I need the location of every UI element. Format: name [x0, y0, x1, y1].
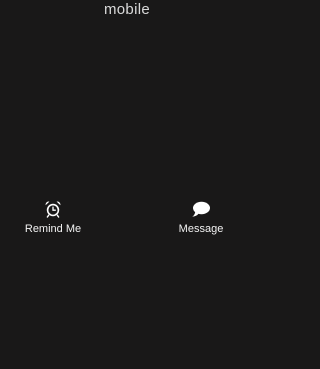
remind-me-label: Remind Me: [24, 223, 82, 235]
remind-me-button[interactable]: Remind Me: [8, 199, 98, 236]
caller-label: mobile: [104, 1, 150, 18]
message-label: Message: [178, 223, 224, 235]
message-button[interactable]: Message: [156, 199, 246, 236]
alarm-clock-icon: [42, 199, 64, 219]
speech-bubble-icon: [190, 199, 212, 219]
incoming-call-screen: mobile Remind Me Message: [0, 0, 254, 369]
